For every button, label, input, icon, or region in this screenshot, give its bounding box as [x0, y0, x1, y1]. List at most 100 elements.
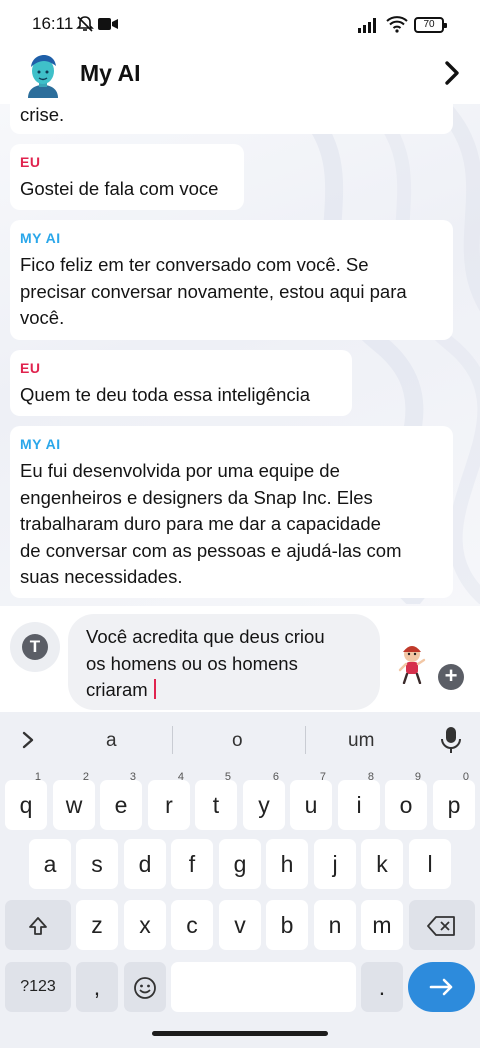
arrow-right-icon [429, 978, 453, 996]
status-time: 16:11 [32, 14, 74, 33]
key-label: t [212, 792, 220, 818]
key-p[interactable]: 0p [433, 771, 475, 830]
page-title: My AI [80, 60, 141, 86]
sender-label: MY AI [20, 436, 61, 452]
key-t[interactable]: 5t [195, 771, 237, 830]
screen: 16:11 70 My AI crise. EU Gostei de fala … [0, 0, 480, 1048]
key-hint: 3 [129, 771, 136, 783]
status-bar: 16:11 70 [0, 0, 480, 48]
chevron-right-icon[interactable] [18, 728, 38, 757]
message-bubble: crise. [10, 104, 453, 134]
key-label: q [19, 792, 33, 818]
suggestion-o[interactable]: o [232, 730, 243, 752]
add-button[interactable]: + [438, 664, 464, 690]
key-m[interactable]: m [361, 900, 403, 950]
home-indicator[interactable] [152, 1031, 328, 1036]
shift-key[interactable] [5, 900, 71, 950]
battery-icon: 70 [414, 17, 447, 33]
comma-key[interactable]: , [76, 962, 118, 1012]
key-hint: 5 [224, 771, 231, 783]
message-line: precisar conversar novamente, estou aqui… [20, 280, 407, 302]
key-e[interactable]: 3e [100, 771, 142, 830]
backspace-key[interactable] [409, 900, 475, 950]
divider [172, 726, 173, 754]
message-line: de conversar com as pessoas e ajudá-las … [20, 539, 402, 561]
key-label: w [65, 792, 83, 818]
message-line: Eu fui desenvolvida por uma equipe de [20, 460, 340, 481]
key-d[interactable]: d [124, 839, 166, 889]
key-w[interactable]: 2w [53, 771, 95, 830]
key-hint: 9 [414, 771, 421, 783]
chat-header: My AI [0, 48, 480, 104]
period-key[interactable]: . [361, 962, 403, 1012]
key-label: o [399, 792, 413, 818]
key-hint: 8 [367, 771, 374, 783]
key-b[interactable]: b [266, 900, 308, 950]
microphone-icon[interactable] [440, 726, 462, 759]
key-o[interactable]: 9o [385, 771, 427, 830]
text-caret [153, 679, 156, 699]
key-y[interactable]: 6y [243, 771, 285, 830]
suggestion-um[interactable]: um [348, 730, 374, 752]
key-j[interactable]: j [314, 839, 356, 889]
suggestion-a[interactable]: a [106, 730, 117, 752]
key-label: r [165, 792, 173, 818]
suggestion-bar: a o um [0, 712, 480, 768]
video-icon [98, 17, 118, 36]
key-c[interactable]: c [171, 900, 213, 950]
key-hint: 4 [177, 771, 184, 783]
enter-key[interactable] [408, 962, 475, 1012]
key-i[interactable]: 8i [338, 771, 380, 830]
key-k[interactable]: k [361, 839, 403, 889]
key-h[interactable]: h [266, 839, 308, 889]
key-hint: 6 [272, 771, 279, 783]
key-r[interactable]: 4r [148, 771, 190, 830]
key-z[interactable]: z [76, 900, 118, 950]
input-line: criaram [86, 679, 148, 700]
message-text: crise. [20, 104, 65, 125]
text-mode-button[interactable]: T [10, 622, 60, 672]
message-line: suas necessidades. [20, 566, 183, 587]
my-ai-avatar[interactable] [22, 52, 64, 98]
input-line: os homens ou os homens [86, 652, 298, 674]
message-line: engenheiros e designers da Snap Inc. Ele… [20, 486, 373, 508]
emoji-icon [134, 977, 156, 999]
key-x[interactable]: x [124, 900, 166, 950]
key-l[interactable]: l [409, 839, 451, 889]
message-bubble: MY AI Eu fui desenvolvida por uma equipe… [10, 426, 453, 598]
space-key[interactable] [171, 962, 356, 1012]
key-g[interactable]: g [219, 839, 261, 889]
symbols-key[interactable]: ?123 [5, 962, 71, 1012]
message-bubble: MY AI Fico feliz em ter conversado com v… [10, 220, 453, 340]
message-text: Quem te deu toda essa inteligência [20, 384, 311, 405]
divider [305, 726, 306, 754]
chevron-right-icon[interactable] [442, 60, 462, 91]
text-icon: T [22, 634, 48, 660]
signal-icon [358, 17, 380, 38]
key-f[interactable]: f [171, 839, 213, 889]
key-a[interactable]: a [29, 839, 71, 889]
message-bubble: EU Gostei de fala com voce [10, 144, 244, 210]
chat-area[interactable]: crise. EU Gostei de fala com voce MY AI … [0, 104, 480, 606]
message-bubble: EU Quem te deu toda essa inteligência [10, 350, 352, 416]
input-line-last: criaram [86, 677, 362, 704]
key-v[interactable]: v [219, 900, 261, 950]
key-q[interactable]: 1q [5, 771, 47, 830]
key-n[interactable]: n [314, 900, 356, 950]
shift-icon [29, 917, 47, 935]
emoji-key[interactable] [124, 962, 166, 1012]
key-u[interactable]: 7u [290, 771, 332, 830]
message-line: Fico feliz em ter conversado com você. S… [20, 254, 369, 275]
key-label: p [447, 792, 461, 818]
key-label: y [258, 792, 270, 818]
key-label: e [114, 792, 128, 818]
message-input[interactable]: Você acredita que deus criou os homens o… [68, 614, 380, 710]
message-line: trabalharam duro para me dar a capacidad… [20, 513, 381, 534]
key-label: i [356, 792, 362, 818]
message-text: Gostei de fala com voce [20, 178, 219, 199]
input-line: Você acredita que deus criou [86, 626, 325, 647]
wifi-icon [386, 15, 408, 38]
key-s[interactable]: s [76, 839, 118, 889]
sender-label: MY AI [20, 230, 61, 246]
bitmoji-sticker-icon[interactable] [397, 642, 427, 689]
